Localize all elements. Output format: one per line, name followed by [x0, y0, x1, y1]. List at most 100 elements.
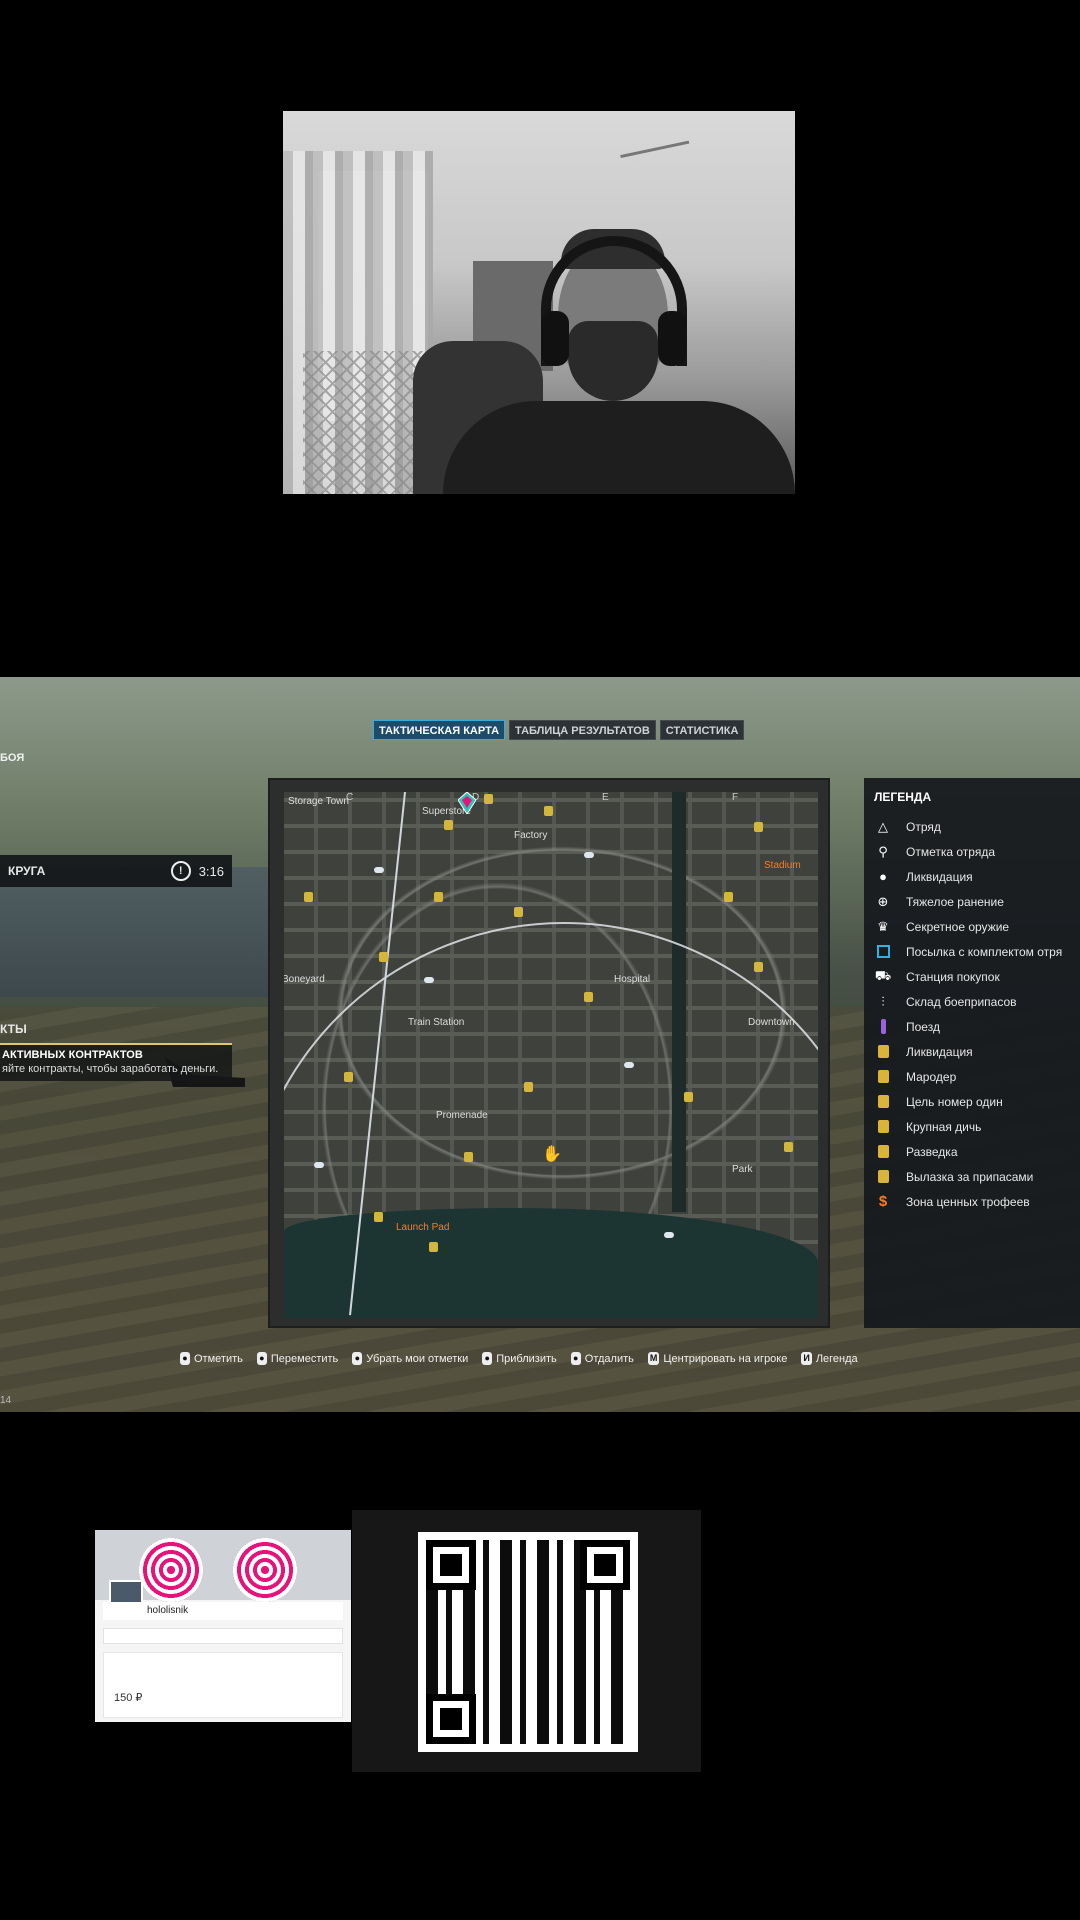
contract-marker[interactable]	[584, 992, 593, 1002]
control-center[interactable]: M Центрировать на игроке	[647, 1352, 788, 1365]
contract-most-wanted-icon	[874, 1094, 892, 1110]
contract-marker[interactable]	[514, 907, 523, 917]
control-hints: ● Отметить ● Переместить ● Убрать мои отмет…	[180, 1352, 858, 1365]
key-legend-icon: И	[801, 1352, 812, 1365]
qr-code[interactable]	[418, 1532, 638, 1752]
control-move[interactable]: ● Переместить	[256, 1352, 339, 1365]
poi-label: Promenade	[436, 1110, 488, 1121]
contracts-title: КТЫ	[0, 1022, 27, 1036]
contract-marker[interactable]	[444, 820, 453, 830]
legend-panel: ЛЕГЕНДА △ Отряд ⚲ Отметка отряда ● Ликвидац…	[864, 778, 1080, 1328]
control-label: Переместить	[270, 1352, 339, 1365]
control-legend[interactable]: И Легенда	[801, 1352, 858, 1365]
contract-marker[interactable]	[784, 1142, 793, 1152]
control-clear-marks[interactable]: ● Убрать мои отметки	[352, 1352, 468, 1365]
poi-label: Hospital	[614, 974, 651, 985]
contract-marker[interactable]	[464, 1152, 473, 1162]
contract-marker[interactable]	[544, 806, 553, 816]
vehicle-marker	[314, 1162, 324, 1168]
qr-finder-pattern	[426, 1540, 476, 1590]
legend-label: Мародер	[906, 1069, 957, 1084]
contract-marker[interactable]	[484, 794, 493, 804]
poi-label: Park	[732, 1164, 753, 1175]
contract-marker[interactable]	[754, 962, 763, 972]
vehicle-marker	[374, 867, 384, 873]
poi-label: Storage Town	[288, 796, 349, 807]
contract-recon-icon	[874, 1144, 892, 1160]
legend-label: Тяжелое ранение	[906, 894, 1004, 909]
contract-marker[interactable]	[754, 822, 763, 832]
legend-label: Зона ценных трофеев	[906, 1194, 1030, 1209]
circle-timer-bar: КРУГА ! 3:16	[0, 855, 232, 887]
qr-finder-pattern	[580, 1540, 630, 1590]
donation-message-field[interactable]	[103, 1628, 343, 1644]
legend-item: Поезд	[874, 1014, 1070, 1039]
legend-label: Станция покупок	[906, 969, 1000, 984]
contract-marker[interactable]	[304, 892, 313, 902]
spiral-eye-left	[139, 1538, 203, 1602]
tactical-map[interactable]: C D E F 5 6 7 8 Storage Town Superstore …	[268, 778, 830, 1328]
poi-label: Stadium	[764, 860, 801, 871]
donation-panel: 150 ₽	[103, 1652, 343, 1718]
dollar-icon: $	[878, 1193, 888, 1210]
vehicle-marker	[664, 1232, 674, 1238]
map-land: C D E F 5 6 7 8 Storage Town Superstore …	[284, 792, 818, 1318]
grid-col-label: F	[732, 792, 739, 803]
headphone-cup-left	[541, 311, 569, 366]
control-label: Центрировать на игроке	[663, 1352, 788, 1365]
contract-bounty-icon	[874, 1119, 892, 1135]
control-zoom-out[interactable]: ● Отдалить	[570, 1352, 634, 1365]
contract-supply-run-icon	[874, 1169, 892, 1185]
grid-col-label: E	[602, 792, 609, 803]
contract-marker[interactable]	[374, 1212, 383, 1222]
spiral-eye-right	[233, 1538, 297, 1602]
contracts-headline: АКТИВНЫХ КОНТРАКТОВ	[2, 1049, 143, 1061]
donation-widget[interactable]: hololisnik 150 ₽	[95, 1530, 351, 1722]
contract-marker[interactable]	[724, 892, 733, 902]
contract-marker[interactable]	[379, 952, 388, 962]
vehicle-marker	[424, 977, 434, 983]
legend-item: Разведка	[874, 1139, 1070, 1164]
tab-scoreboard[interactable]: ТАБЛИЦА РЕЗУЛЬТАТОВ	[509, 720, 656, 740]
alert-icon: !	[170, 861, 191, 881]
shopping-cart-icon: ⛟	[874, 967, 892, 983]
contract-marker[interactable]	[344, 1072, 353, 1082]
ammo-icon: ⫶	[881, 993, 885, 1009]
contract-marker[interactable]	[524, 1082, 533, 1092]
control-zoom-in[interactable]: ● Приблизить	[482, 1352, 557, 1365]
tab-tactical-map[interactable]: ТАКТИЧЕСКАЯ КАРТА	[373, 720, 506, 740]
key-m-icon: M	[647, 1352, 660, 1365]
streamer-body	[443, 401, 795, 494]
contract-assassination-icon	[874, 1044, 892, 1060]
legend-item: ⚲ Отметка отряда	[874, 839, 1070, 864]
control-mark[interactable]: ● Отметить	[180, 1352, 243, 1365]
webcam-feed	[283, 111, 795, 494]
contract-marker[interactable]	[684, 1092, 693, 1102]
legend-label: Цель номер один	[906, 1094, 1003, 1109]
qr-finder-pattern	[426, 1694, 476, 1744]
legend-item: ● Ликвидация	[874, 864, 1070, 889]
legend-item: Крупная дичь	[874, 1114, 1070, 1139]
contract-marker[interactable]	[434, 892, 443, 902]
loadout-drop-icon	[874, 944, 892, 960]
poi-label: Downtown	[748, 1017, 795, 1028]
circle-label: КРУГА	[8, 864, 46, 878]
headphone-cup-right	[658, 311, 686, 366]
tab-statistics[interactable]: СТАТИСТИКА	[659, 720, 745, 740]
mouse-left-icon: ●	[180, 1352, 190, 1365]
squad-ping-icon: ⚲	[878, 843, 888, 859]
legend-label: Отметка отряда	[906, 844, 995, 859]
contracts-hint: яйте контракты, чтобы заработать деньги.	[2, 1063, 219, 1075]
poi-label: Factory	[514, 830, 548, 841]
legend-item: ♛ Секретное оружие	[874, 914, 1070, 939]
legend-item: ⊕ Тяжелое ранение	[874, 889, 1070, 914]
donation-name: hololisnik	[103, 1602, 343, 1620]
control-label: Легенда	[815, 1352, 858, 1365]
squad-triangle-icon: △	[878, 818, 888, 834]
mouse-drag-icon: ●	[256, 1352, 267, 1365]
player-position-icon	[458, 792, 476, 814]
legend-item: Ликвидация	[874, 1039, 1070, 1064]
ceiling-lamp	[616, 123, 690, 159]
legend-label: Ликвидация	[906, 869, 973, 884]
contract-marker[interactable]	[429, 1242, 438, 1252]
